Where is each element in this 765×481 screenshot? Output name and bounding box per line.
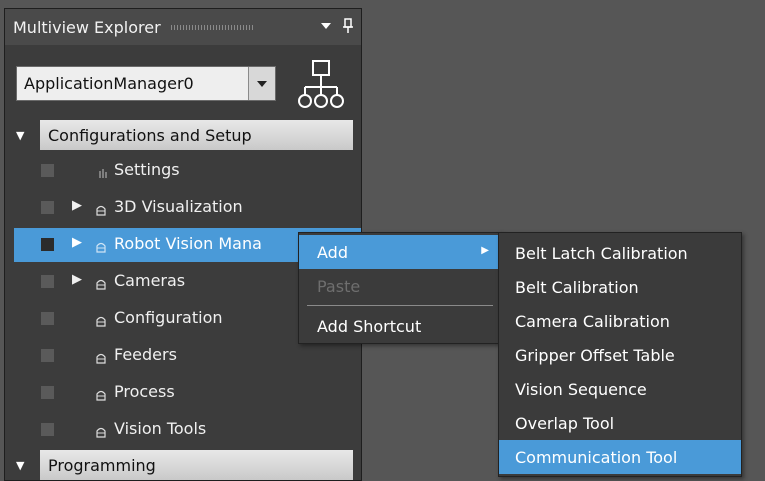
- dropdown-arrow-icon[interactable]: [317, 17, 335, 35]
- section-header-label: Configurations and Setup: [40, 120, 353, 150]
- settings-icon: [98, 164, 110, 178]
- item-checkbox[interactable]: [41, 349, 54, 362]
- node-icon: [95, 201, 107, 216]
- tree-item-process[interactable]: Process: [14, 376, 361, 410]
- menu-separator: [307, 305, 493, 306]
- menu-item-label: Belt Latch Calibration: [515, 243, 688, 263]
- submenu-item-belt-latch-calibration[interactable]: Belt Latch Calibration: [499, 236, 741, 270]
- pane-title-bar[interactable]: Multiview Explorer: [5, 9, 361, 45]
- item-checkbox[interactable]: [41, 201, 54, 214]
- menu-item-label: Communication Tool: [515, 447, 678, 467]
- tree-item-vision-tools[interactable]: Vision Tools: [14, 413, 361, 447]
- menu-item-label: Vision Sequence: [515, 379, 647, 399]
- tree-item-settings[interactable]: Settings: [14, 154, 361, 188]
- menu-item-label: Add: [317, 242, 348, 262]
- tree-item-3d-visualization[interactable]: ▶ 3D Visualization: [14, 191, 361, 225]
- expand-arrow-icon[interactable]: ▶: [72, 235, 82, 250]
- tree-item-feeders[interactable]: Feeders: [14, 339, 361, 373]
- item-checkbox[interactable]: [41, 238, 54, 251]
- menu-item-label: Belt Calibration: [515, 277, 639, 297]
- submenu-item-camera-calibration[interactable]: Camera Calibration: [499, 304, 741, 338]
- menu-item-label: Camera Calibration: [515, 311, 670, 331]
- item-checkbox[interactable]: [41, 164, 54, 177]
- menu-item-add[interactable]: Add ▶: [299, 235, 501, 269]
- node-icon: [95, 275, 107, 290]
- submenu-item-overlap-tool[interactable]: Overlap Tool: [499, 406, 741, 440]
- drag-grip[interactable]: [170, 24, 255, 30]
- menu-item-label: Overlap Tool: [515, 413, 615, 433]
- expand-arrow-icon[interactable]: ▶: [72, 198, 82, 213]
- select-value: ApplicationManager0: [24, 74, 194, 93]
- node-icon: [95, 423, 107, 438]
- menu-item-add-shortcut[interactable]: Add Shortcut: [299, 309, 501, 343]
- item-checkbox[interactable]: [41, 312, 54, 325]
- node-icon: [95, 238, 107, 253]
- tree-item-label: Robot Vision Mana: [114, 234, 262, 253]
- pin-icon[interactable]: [339, 17, 357, 35]
- chevron-down-icon[interactable]: [248, 67, 275, 100]
- item-checkbox[interactable]: [41, 386, 54, 399]
- context-menu: Add ▶ Paste Add Shortcut: [298, 232, 502, 344]
- node-icon: [95, 349, 107, 364]
- menu-item-paste[interactable]: Paste: [299, 269, 501, 303]
- expand-arrow-icon[interactable]: ▶: [72, 272, 82, 287]
- item-checkbox[interactable]: [41, 275, 54, 288]
- tree-item-label: Configuration: [114, 308, 223, 327]
- tree-item-label: Settings: [114, 160, 180, 179]
- hierarchy-icon[interactable]: [296, 59, 346, 111]
- submenu-item-belt-calibration[interactable]: Belt Calibration: [499, 270, 741, 304]
- add-submenu: Belt Latch Calibration Belt Calibration …: [498, 232, 742, 477]
- node-icon: [95, 312, 107, 327]
- collapse-arrow-icon[interactable]: ▼: [16, 459, 34, 472]
- tree-item-label: Process: [114, 382, 175, 401]
- menu-item-label: Add Shortcut: [317, 316, 422, 336]
- menu-item-label: Paste: [317, 276, 361, 296]
- section-programming[interactable]: ▼ Programming: [14, 449, 361, 480]
- section-header-label: Programming: [40, 450, 353, 480]
- item-checkbox[interactable]: [41, 423, 54, 436]
- menu-item-label: Gripper Offset Table: [515, 345, 675, 365]
- tree-item-label: 3D Visualization: [114, 197, 243, 216]
- submenu-item-communication-tool[interactable]: Communication Tool: [499, 440, 741, 474]
- application-manager-select[interactable]: ApplicationManager0: [16, 66, 276, 101]
- submenu-arrow-icon: ▶: [481, 245, 489, 256]
- node-icon: [95, 386, 107, 401]
- tree-item-label: Vision Tools: [114, 419, 207, 438]
- submenu-item-vision-sequence[interactable]: Vision Sequence: [499, 372, 741, 406]
- section-configurations-and-setup[interactable]: ▼ Configurations and Setup: [14, 119, 361, 151]
- tree-item-label: Cameras: [114, 271, 186, 290]
- pane-title: Multiview Explorer: [13, 17, 161, 37]
- submenu-item-gripper-offset-table[interactable]: Gripper Offset Table: [499, 338, 741, 372]
- collapse-arrow-icon[interactable]: ▼: [16, 129, 34, 142]
- tree-item-label: Feeders: [114, 345, 177, 364]
